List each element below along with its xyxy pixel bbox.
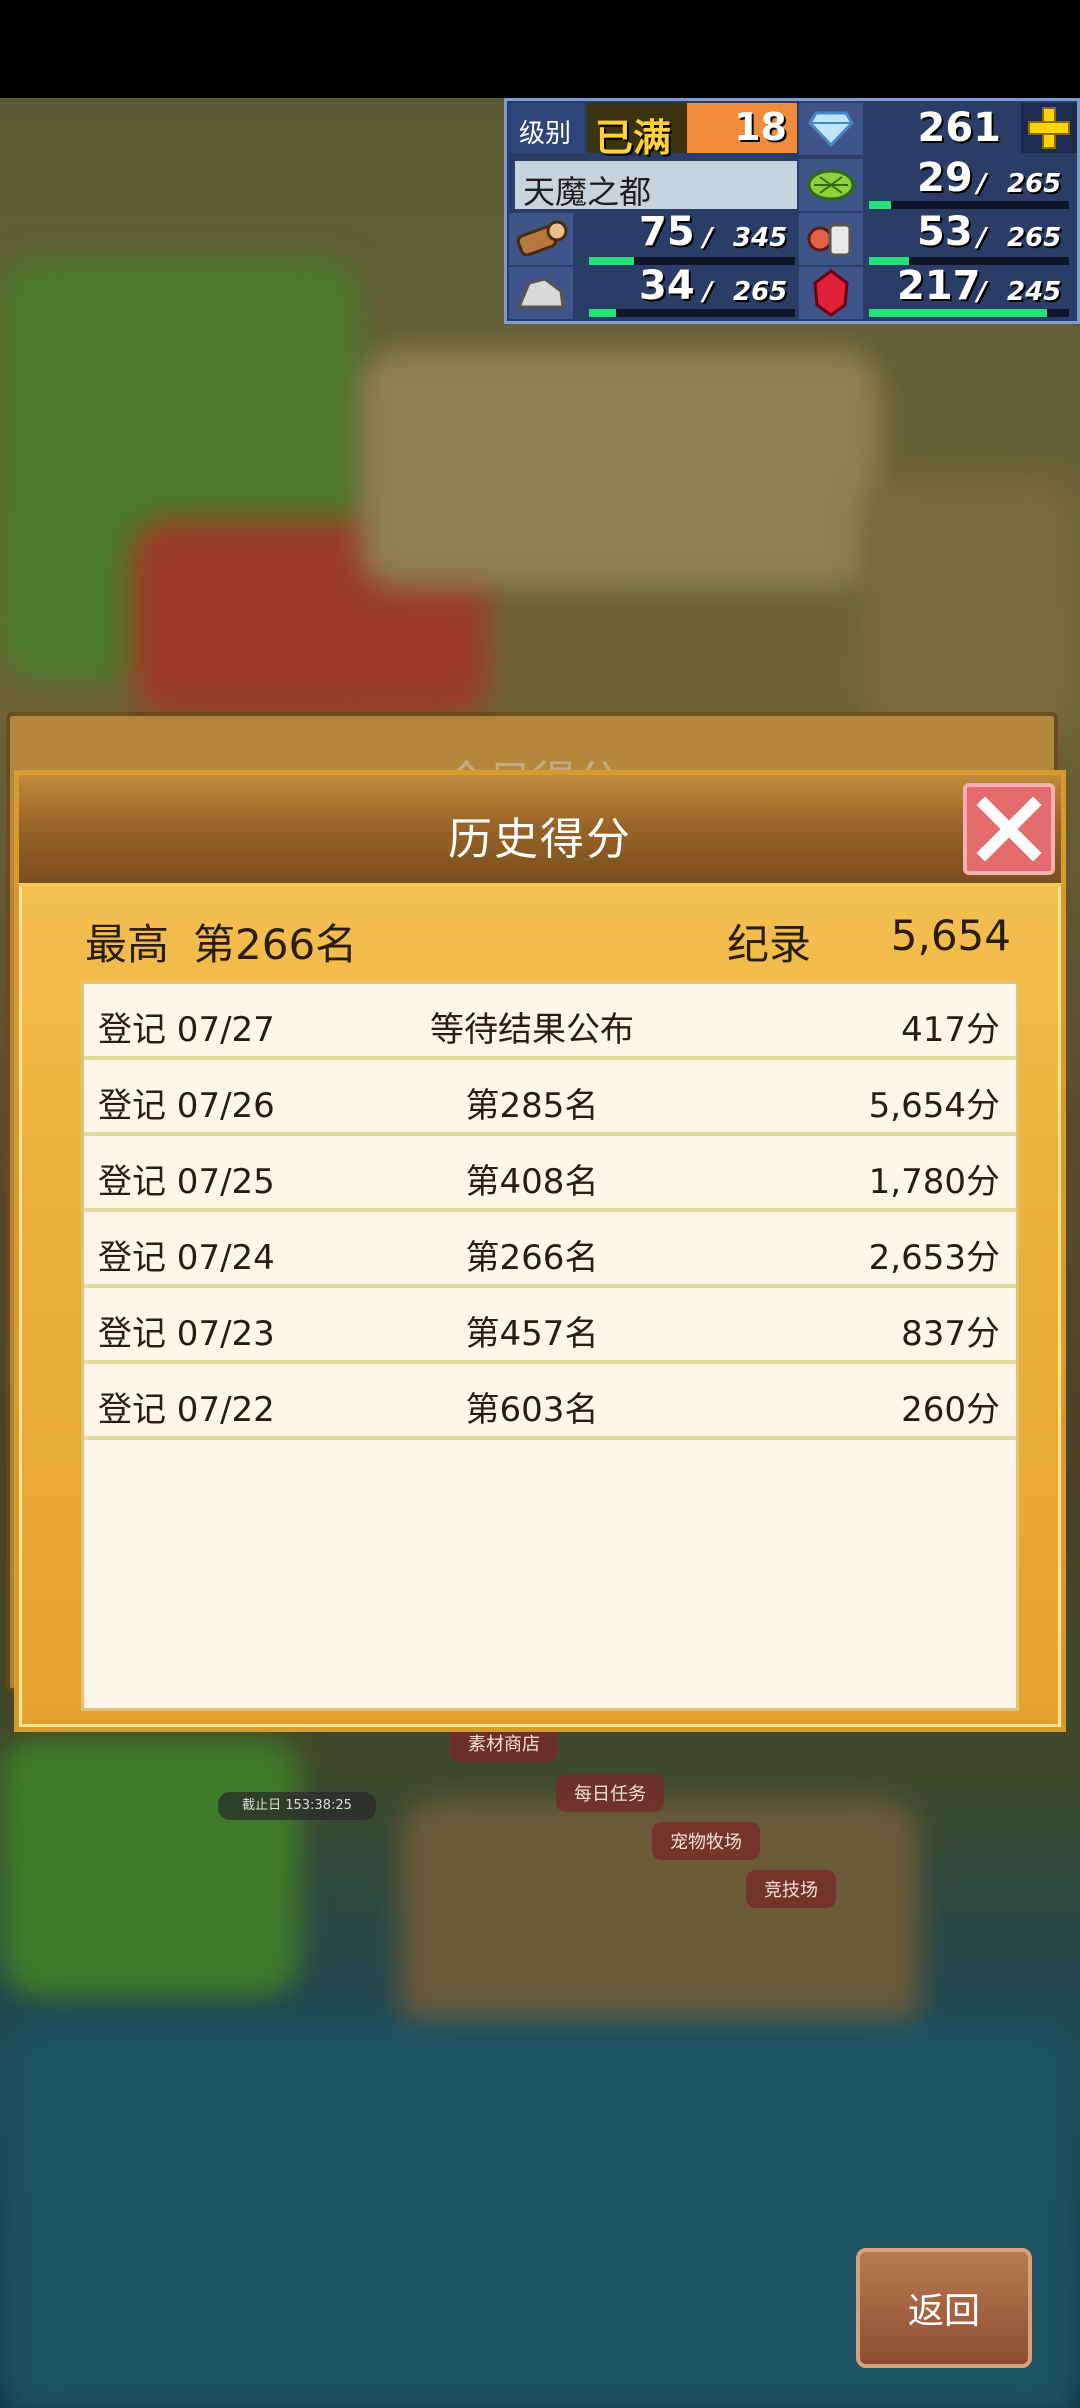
add-gems-button[interactable]: [1021, 103, 1077, 153]
resource-hud: 级别 已满 18 261 天魔之都 29 / 265 75 / 345 53 /…: [504, 98, 1080, 324]
ruby-separator: /: [977, 277, 987, 307]
wood-separator: /: [703, 223, 713, 253]
row-score: 1,780分: [868, 1162, 1000, 1202]
best-label: 最高: [85, 920, 170, 969]
level-value-cell: 18: [687, 103, 797, 153]
dialog-title: 历史得分: [448, 814, 632, 865]
history-table: 登记 07/27 等待结果公布 417分 登记 07/26 第285名 5,65…: [81, 981, 1019, 1711]
ore-current: 34: [639, 263, 695, 309]
history-row: 登记 07/26 第285名 5,654分: [84, 1060, 1016, 1136]
close-icon: [976, 796, 1042, 862]
ruby-progress-bar: [869, 309, 1069, 317]
row-score: 260分: [901, 1390, 1000, 1430]
ore-separator: /: [703, 277, 713, 307]
row-score: 837分: [901, 1314, 1000, 1354]
history-row: 登记 07/25 第408名 1,780分: [84, 1136, 1016, 1212]
diamond-icon: [799, 103, 863, 155]
level-label: 级别: [519, 119, 572, 149]
wood-progress-fill: [589, 257, 635, 265]
level-max-text: 已满: [595, 116, 672, 160]
record-value: 5,654: [890, 911, 1011, 960]
level-max-badge: 已满: [587, 103, 687, 160]
city-name: 天魔之都: [523, 173, 652, 211]
wood-max: 345: [733, 223, 788, 253]
row-score: 417分: [901, 1010, 1000, 1050]
ore-stone-icon: [509, 267, 573, 319]
grass-progress-fill: [869, 201, 891, 209]
ruby-progress-fill: [869, 309, 1047, 317]
arena-label[interactable]: 竞技场: [746, 1870, 836, 1908]
food-current: 53: [917, 209, 973, 255]
back-button[interactable]: 返回: [856, 2248, 1032, 2368]
status-bar: [0, 0, 1080, 98]
pet-ranch-label[interactable]: 宠物牧场: [652, 1822, 760, 1860]
row-rank: 第457名: [465, 1314, 599, 1354]
history-row: 登记 07/23 第457名 837分: [84, 1288, 1016, 1364]
level-label-cell: 级别: [509, 103, 585, 153]
dialog-header: 历史得分: [19, 775, 1061, 887]
ore-progress-fill: [589, 309, 616, 317]
grass-icon: [799, 159, 863, 211]
best-rank: 第266名: [193, 920, 358, 969]
deadline-timer: 截止日 153:38:25: [218, 1792, 376, 1820]
food-icon: [799, 213, 863, 265]
row-rank: 等待结果公布: [430, 1010, 634, 1050]
ore-progress-bar: [589, 309, 795, 317]
grass-current: 29: [917, 155, 973, 201]
city-name-cell: 天魔之都: [515, 161, 797, 211]
gem-count: 261: [917, 105, 1002, 151]
level-value: 18: [734, 105, 787, 149]
row-rank: 第603名: [465, 1390, 599, 1430]
ore-max: 265: [733, 277, 788, 307]
record-label: 纪录: [726, 920, 811, 969]
food-max: 265: [1007, 223, 1062, 253]
history-row: 登记 07/27 等待结果公布 417分: [84, 984, 1016, 1060]
grass-separator: /: [977, 169, 987, 199]
plus-icon: [1028, 107, 1070, 149]
wood-current: 75: [639, 209, 695, 255]
wood-log-icon: [509, 213, 573, 265]
grass-progress-bar: [869, 201, 1069, 209]
food-separator: /: [977, 223, 987, 253]
daily-tasks-label[interactable]: 每日任务: [556, 1774, 664, 1812]
history-row: 登记 07/24 第266名 2,653分: [84, 1212, 1016, 1288]
ruby-max: 245: [1007, 277, 1062, 307]
close-button[interactable]: [963, 783, 1055, 875]
ruby-current: 217: [897, 263, 981, 309]
row-score: 2,653分: [868, 1238, 1000, 1278]
history-score-dialog: 历史得分 最高 第266名 纪录 5,654 登记 07/27 等待结果公布 4…: [14, 770, 1066, 1732]
grass-max: 265: [1007, 169, 1062, 199]
ruby-icon: [799, 267, 863, 319]
history-row: 登记 07/22 第603名 260分: [84, 1364, 1016, 1440]
row-score: 5,654分: [868, 1086, 1000, 1126]
